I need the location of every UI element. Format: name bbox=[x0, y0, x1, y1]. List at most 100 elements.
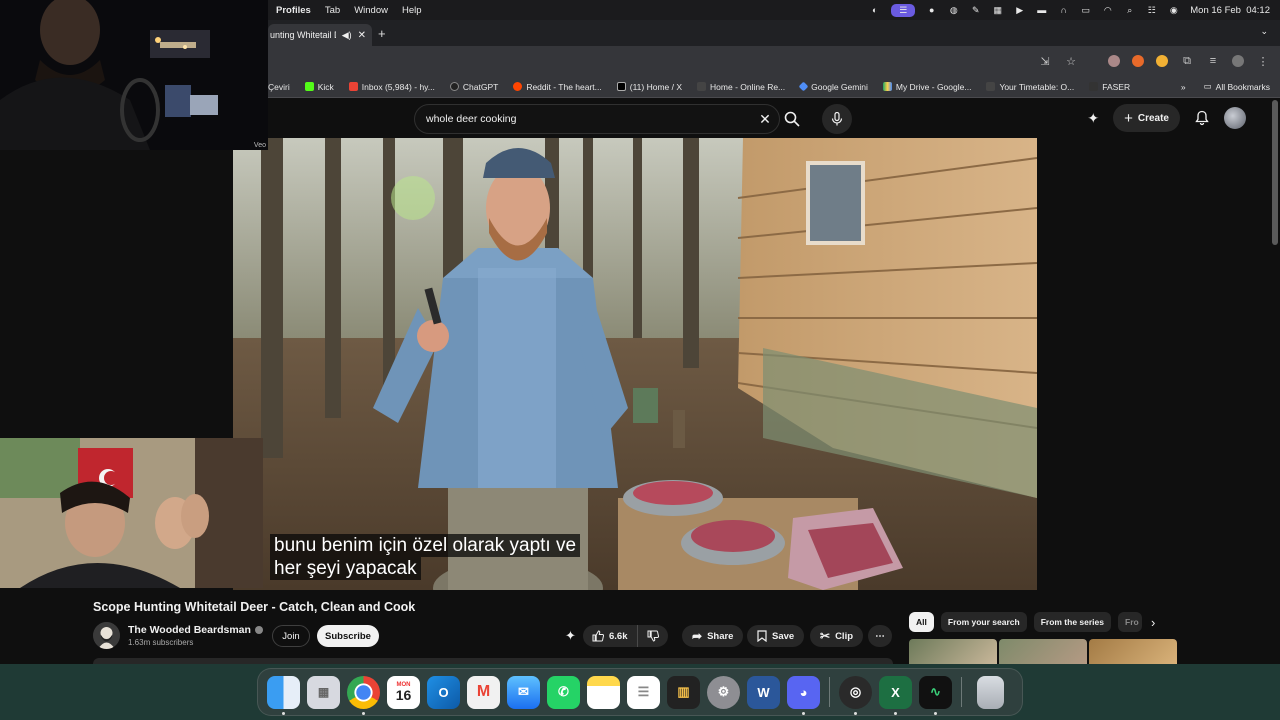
menu-help[interactable]: Help bbox=[402, 5, 422, 16]
save-button[interactable]: Save bbox=[747, 625, 805, 647]
mail-icon[interactable]: ✉ bbox=[507, 675, 540, 709]
chevron-right-icon[interactable]: › bbox=[1151, 615, 1155, 630]
video-player[interactable] bbox=[233, 138, 1037, 590]
ask-gemini-icon[interactable]: ✦ bbox=[565, 628, 576, 644]
tab-search-chevron-icon[interactable]: ⌄ bbox=[1260, 26, 1268, 37]
chip-from-the-series[interactable]: From the series bbox=[1033, 612, 1111, 632]
search-button[interactable] bbox=[774, 104, 810, 134]
install-app-icon[interactable]: ⇲ bbox=[1038, 54, 1052, 68]
dislike-button[interactable] bbox=[638, 625, 668, 647]
more-actions-button[interactable]: ⋯ bbox=[868, 625, 892, 647]
control-center-icon[interactable]: ☷ bbox=[1146, 5, 1157, 16]
menu-profiles[interactable]: Profiles bbox=[276, 5, 311, 16]
launchpad-icon[interactable]: ▦ bbox=[307, 675, 340, 709]
gmail-icon[interactable]: M bbox=[467, 675, 500, 709]
bookmark-chatgpt[interactable]: ChatGPT bbox=[449, 82, 498, 92]
whatsapp-icon[interactable]: ✆ bbox=[547, 675, 580, 709]
chrome-menu-icon[interactable]: ⋮ bbox=[1256, 54, 1270, 68]
word-icon[interactable]: W bbox=[747, 675, 780, 709]
excel-icon[interactable]: X bbox=[879, 675, 912, 715]
bar-chart-app-icon[interactable]: ▥ bbox=[667, 675, 700, 709]
chip-from-your-search[interactable]: From your search bbox=[940, 612, 1027, 632]
outlook-icon[interactable]: O bbox=[427, 675, 460, 709]
bookmark-gemini[interactable]: Google Gemini bbox=[798, 82, 868, 92]
search-query[interactable]: whole deer cooking bbox=[426, 113, 751, 125]
trash-icon[interactable] bbox=[977, 675, 1004, 709]
spotify-icon[interactable]: ◍ bbox=[948, 5, 959, 16]
like-button[interactable]: 6.6k bbox=[583, 625, 638, 647]
more-bookmarks-icon[interactable]: » bbox=[1181, 82, 1186, 92]
bookmark-x[interactable]: (11) Home / X bbox=[616, 82, 682, 92]
subscribe-button[interactable]: Subscribe bbox=[317, 625, 379, 647]
toolbar: ⇲ ☆ ⧉ ≡ ⋮ bbox=[268, 46, 1280, 76]
car-icon[interactable]: ▬ bbox=[1036, 5, 1047, 16]
headphones-icon[interactable]: ∩ bbox=[1058, 5, 1069, 16]
bookmark-faser[interactable]: FASER bbox=[1089, 82, 1130, 92]
join-button[interactable]: Join bbox=[272, 625, 310, 647]
obs-icon[interactable]: ◎ bbox=[839, 675, 872, 715]
circle-icon[interactable]: ● bbox=[926, 5, 937, 16]
bookmark-reddit[interactable]: Reddit - The heart... bbox=[513, 82, 602, 92]
reminders-icon[interactable]: ☰ bbox=[627, 675, 660, 709]
related-thumbnail-2[interactable] bbox=[999, 639, 1087, 665]
activity-monitor-icon[interactable]: ∿ bbox=[919, 675, 952, 715]
bookmark-icon bbox=[757, 630, 767, 642]
tab-active[interactable]: unting Whitetail D ◀) ✕ bbox=[268, 24, 372, 46]
all-bookmarks[interactable]: ▭ All Bookmarks bbox=[1204, 81, 1270, 92]
search-input[interactable]: whole deer cooking ✕ bbox=[414, 104, 780, 134]
system-settings-icon[interactable]: ⚙ bbox=[707, 675, 740, 709]
app-status-icon[interactable]: ☰ bbox=[891, 3, 916, 17]
related-thumbnail-1[interactable] bbox=[909, 639, 997, 665]
gemini-sparkle-icon[interactable]: ✦ bbox=[1087, 110, 1099, 127]
calendar-icon[interactable]: MON 16 bbox=[387, 675, 420, 709]
bookmark-drive[interactable]: My Drive - Google... bbox=[882, 82, 971, 92]
related-thumbnail-3[interactable] bbox=[1089, 639, 1177, 665]
extensions-puzzle-icon[interactable]: ⧉ bbox=[1180, 54, 1194, 68]
media-controls-icon[interactable]: ≡ bbox=[1206, 54, 1220, 68]
finder-icon[interactable] bbox=[267, 675, 300, 715]
speaker-icon[interactable]: ◀) bbox=[342, 30, 352, 41]
chip-truncated[interactable]: Fro bbox=[1118, 612, 1142, 632]
profile-icon[interactable] bbox=[1232, 55, 1244, 67]
chip-all[interactable]: All bbox=[909, 612, 934, 632]
notes-icon[interactable] bbox=[587, 675, 620, 709]
notifications-bell-icon[interactable] bbox=[1194, 110, 1210, 126]
battery-icon[interactable]: ▭ bbox=[1080, 5, 1091, 16]
chrome-icon[interactable] bbox=[347, 675, 380, 715]
play-icon[interactable]: ▶ bbox=[1014, 5, 1025, 16]
screen-record-icon[interactable]: ◐ bbox=[869, 5, 880, 16]
channel-name[interactable]: The Wooded Beardsman bbox=[128, 624, 263, 636]
status-icons: ◐ ☰ ● ◍ ✎ ▦ ▶ ▬ ∩ ▭ ◠ ⌕ ☷ ◉ Mon 16 Feb 0… bbox=[869, 3, 1270, 17]
menu-tab[interactable]: Tab bbox=[325, 5, 340, 16]
chatgpt-icon bbox=[449, 82, 459, 91]
bookmark-gmail[interactable]: Inbox (5,984) - hy... bbox=[348, 82, 435, 92]
discord-icon[interactable]: ◕ bbox=[787, 675, 820, 715]
new-tab-icon[interactable]: + bbox=[378, 26, 386, 41]
create-button[interactable]: + Create bbox=[1113, 104, 1180, 132]
wifi-icon[interactable]: ◠ bbox=[1102, 5, 1113, 16]
dock: ▦ MON 16 O M ✉ ✆ ☰ ▥ ⚙ W ◕ ◎ X ∿ bbox=[257, 668, 1023, 716]
menu-window[interactable]: Window bbox=[354, 5, 388, 16]
bookmark-timetable[interactable]: Your Timetable: O... bbox=[986, 82, 1074, 92]
bookmark-kick[interactable]: Kick bbox=[304, 82, 334, 92]
grid-icon[interactable]: ▦ bbox=[992, 5, 1003, 16]
search-icon[interactable]: ⌕ bbox=[1124, 5, 1135, 16]
page-scrollbar[interactable] bbox=[1272, 100, 1278, 245]
extension-2-icon[interactable] bbox=[1132, 55, 1144, 67]
pen-icon[interactable]: ✎ bbox=[970, 5, 981, 16]
clock[interactable]: Mon 16 Feb 04:12 bbox=[1190, 5, 1270, 16]
related-thumbnails bbox=[909, 639, 1177, 665]
share-button[interactable]: ➦ Share bbox=[682, 625, 744, 647]
account-avatar[interactable] bbox=[1224, 107, 1246, 129]
extension-1-icon[interactable] bbox=[1108, 55, 1120, 67]
channel-avatar[interactable] bbox=[93, 622, 120, 649]
voice-search-button[interactable] bbox=[822, 104, 852, 134]
clip-button[interactable]: ✂ Clip bbox=[810, 625, 864, 647]
bookmark-ceviri[interactable]: Çeviri bbox=[268, 82, 290, 92]
close-tab-icon[interactable]: ✕ bbox=[358, 30, 366, 41]
bookmark-online-re[interactable]: Home - Online Re... bbox=[697, 82, 785, 92]
siri-icon[interactable]: ◉ bbox=[1168, 5, 1179, 16]
bookmarks-bar: Çeviri Kick Inbox (5,984) - hy... ChatGP… bbox=[268, 76, 1280, 98]
bookmark-star-icon[interactable]: ☆ bbox=[1064, 54, 1078, 68]
extension-3-icon[interactable] bbox=[1156, 55, 1168, 67]
